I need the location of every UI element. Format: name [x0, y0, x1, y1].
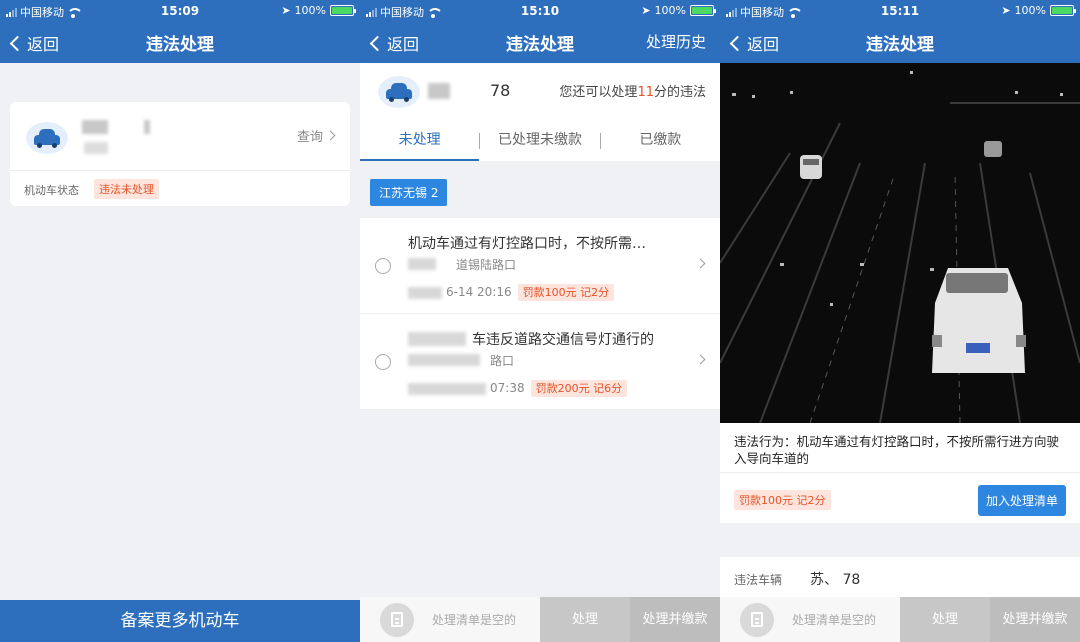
- status-badge: 违法未处理: [94, 179, 159, 199]
- status-bar: 中国移动 15:11 ➤ 100%: [720, 0, 1080, 22]
- battery-icon: [1050, 5, 1076, 16]
- violation-time: 6-14 20:16: [446, 285, 512, 299]
- list-icon[interactable]: [740, 603, 774, 637]
- nav-bar: 返回 违法处理: [0, 22, 360, 63]
- plate-suffix: 78: [490, 81, 511, 100]
- tab-paid[interactable]: 已缴款: [601, 125, 720, 161]
- vehicle-summary: 78 您还可以处理11分的违法 未处理 已处理未缴款 已缴款: [360, 63, 720, 161]
- process-and-pay-button[interactable]: 处理并缴款: [990, 597, 1080, 642]
- cart-empty-text: 处理清单是空的: [432, 613, 517, 627]
- history-button[interactable]: 处理历史: [646, 31, 706, 52]
- vehicle-label: 违法车辆: [734, 573, 783, 587]
- traffic-camera-image: [720, 63, 1080, 423]
- status-bar: 中国移动 15:10 ➤ 100%: [360, 0, 720, 22]
- list-item[interactable]: 机动车通过有灯控路口时，不按所需… 道锡陆路口 6-14 20:16 罚款100元…: [360, 218, 720, 314]
- chevron-right-icon: [695, 258, 706, 269]
- top-bar: 中国移动 15:10 ➤ 100% 返回 违法处理 处理历史: [360, 0, 720, 63]
- redacted-plate: [82, 120, 108, 134]
- violation-vehicle-row: 违法车辆 苏、 78: [720, 557, 1080, 599]
- vehicle-plate: 苏、 78: [810, 572, 861, 588]
- top-bar: 中国移动 15:09 ➤ 100% 返回 违法处理: [0, 0, 360, 63]
- vehicle-status-label: 机动车状态: [24, 184, 79, 197]
- fine-badge: 罚款200元 记6分: [530, 380, 628, 397]
- violation-photo[interactable]: [720, 63, 1080, 423]
- page-title: 违法处理: [866, 35, 934, 55]
- violation-list: 机动车通过有灯控路口时，不按所需… 道锡陆路口 6-14 20:16 罚款100元…: [360, 218, 720, 410]
- location-icon: ➤: [641, 4, 651, 17]
- violation-time: 07:38: [490, 381, 525, 395]
- chevron-right-icon: [325, 130, 336, 141]
- bottom-action-bar: 处理清单是空的 处理 处理并缴款: [360, 597, 720, 642]
- chevron-right-icon: [695, 354, 706, 365]
- cart-summary: 处理清单是空的: [720, 597, 900, 642]
- vehicle-card[interactable]: 查询 机动车状态 违法未处理: [10, 102, 350, 206]
- battery-icon: [330, 5, 356, 16]
- remaining-points: 您还可以处理11分的违法: [559, 85, 706, 100]
- top-bar: 中国移动 15:11 ➤ 100% 返回 违法处理: [720, 0, 1080, 63]
- violation-location: 道锡陆路口: [456, 258, 517, 272]
- select-radio[interactable]: [375, 354, 391, 370]
- violation-description: 违法行为：机动车通过有灯控路口时，不按所需行进方向驶入导向车道的: [720, 423, 1080, 473]
- battery-percent: 100%: [294, 4, 326, 17]
- car-icon: [378, 76, 420, 108]
- location-icon: ➤: [1001, 4, 1011, 17]
- register-more-vehicles-button[interactable]: 备案更多机动车: [0, 600, 360, 642]
- process-button[interactable]: 处理: [540, 597, 630, 642]
- region-tag: 江苏无锡 2: [370, 179, 448, 206]
- nav-bar: 返回 违法处理: [720, 22, 1080, 63]
- tab-unprocessed[interactable]: 未处理: [360, 125, 480, 161]
- car-icon: [26, 122, 68, 154]
- violation-title: 车违反道路交通信号灯通行的: [472, 332, 654, 348]
- add-to-list-button[interactable]: 加入处理清单: [977, 485, 1066, 516]
- bottom-action-bar: 处理清单是空的 处理 处理并缴款: [720, 597, 1080, 642]
- screen-violation-detail: 中国移动 15:11 ➤ 100% 返回 违法处理 违法行为：机动车通过有灯控路…: [720, 0, 1080, 642]
- tab-processed-unpaid[interactable]: 已处理未缴款: [480, 125, 599, 161]
- battery-percent: 100%: [654, 4, 686, 17]
- list-icon[interactable]: [380, 603, 414, 637]
- list-item[interactable]: 车违反道路交通信号灯通行的 路口 07:38 罚款200元 记6分: [360, 314, 720, 410]
- battery-percent: 100%: [1014, 4, 1046, 17]
- violation-location: 路口: [490, 354, 515, 368]
- screen-violation-list: 中国移动 15:10 ➤ 100% 返回 违法处理 处理历史 78 您还可以处理…: [360, 0, 720, 642]
- battery-icon: [690, 5, 716, 16]
- violation-detail-panel: 违法行为：机动车通过有灯控路口时，不按所需行进方向驶入导向车道的 罚款100元 …: [720, 423, 1080, 523]
- tab-bar: 未处理 已处理未缴款 已缴款: [360, 125, 720, 161]
- screen-vehicle-list: 中国移动 15:09 ➤ 100% 返回 违法处理 查询 机动车状态 违法未处理…: [0, 0, 360, 642]
- cart-empty-text: 处理清单是空的: [792, 613, 877, 627]
- fine-badge: 罚款100元 记2分: [517, 284, 615, 301]
- nav-bar: 返回 违法处理 处理历史: [360, 22, 720, 63]
- page-title: 违法处理: [146, 35, 214, 55]
- process-and-pay-button[interactable]: 处理并缴款: [630, 597, 720, 642]
- violation-title: 机动车通过有灯控路口时，不按所需…: [408, 236, 646, 252]
- select-radio[interactable]: [375, 258, 391, 274]
- divider: [10, 170, 350, 171]
- query-link[interactable]: 查询: [297, 126, 336, 145]
- status-bar: 中国移动 15:09 ➤ 100%: [0, 0, 360, 22]
- redacted-plate: [428, 83, 450, 99]
- process-button[interactable]: 处理: [900, 597, 990, 642]
- location-icon: ➤: [281, 4, 291, 17]
- fine-badge: 罚款100元 记2分: [734, 490, 831, 510]
- cart-summary: 处理清单是空的: [360, 597, 540, 642]
